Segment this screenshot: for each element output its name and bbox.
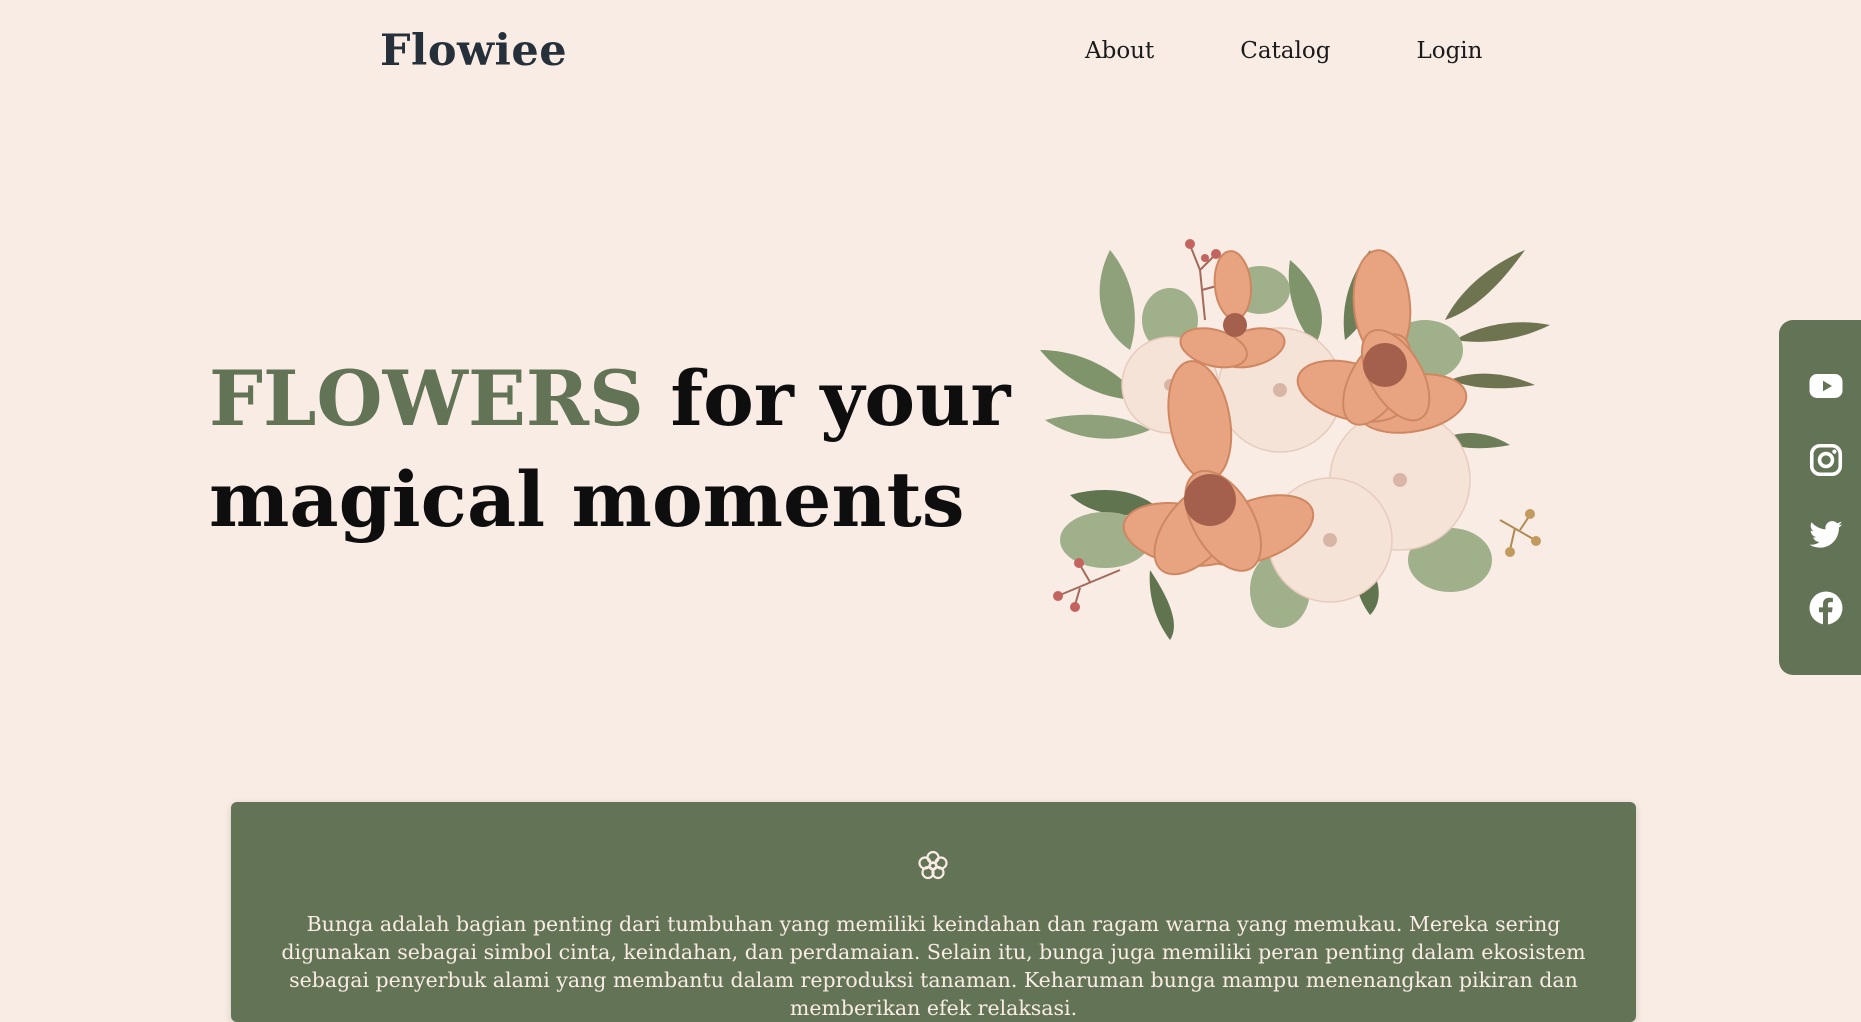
nav-about-link[interactable]: About [1085, 38, 1154, 64]
info-card: Bunga adalah bagian penting dari tumbuha… [231, 802, 1636, 1022]
main-nav: About Catalog Login [1085, 38, 1482, 64]
flower-icon [918, 850, 948, 880]
brand-logo[interactable]: Flowiee [380, 26, 567, 76]
nav-login-link[interactable]: Login [1416, 38, 1482, 64]
info-description: Bunga adalah bagian penting dari tumbuha… [281, 912, 1586, 1020]
flower-bouquet-illustration [1040, 239, 1550, 640]
hero-title: FLOWERS for your magical moments [209, 348, 1010, 550]
social-sidebar [1779, 320, 1861, 675]
nav-catalog-link[interactable]: Catalog [1240, 38, 1330, 64]
hero-title-rest: for your [643, 354, 1011, 443]
twitter-icon[interactable] [1808, 516, 1844, 552]
youtube-icon[interactable] [1808, 368, 1844, 404]
facebook-icon[interactable] [1808, 590, 1844, 626]
hero-title-accent: FLOWERS [209, 354, 644, 443]
hero-title-line2: magical moments [209, 455, 965, 544]
instagram-icon[interactable] [1808, 442, 1844, 478]
